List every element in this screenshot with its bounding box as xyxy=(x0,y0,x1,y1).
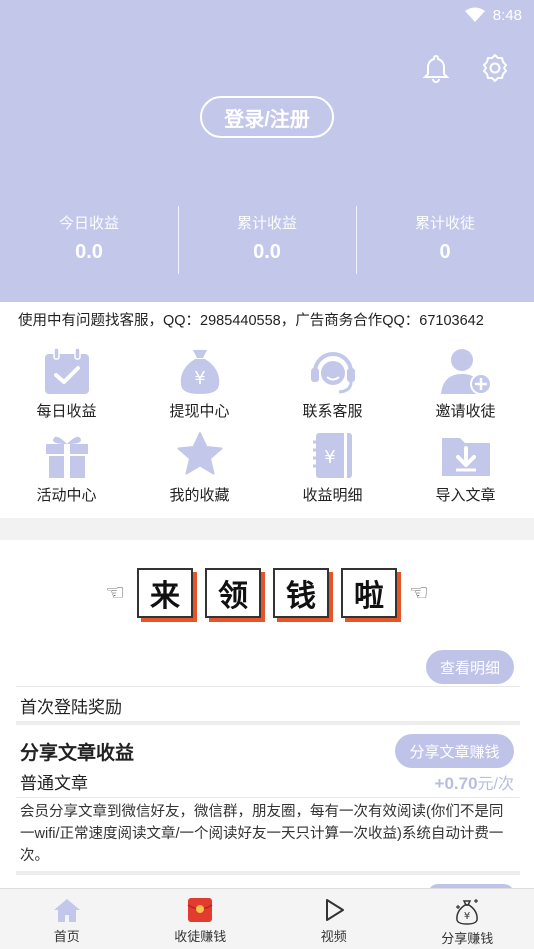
login-register-button[interactable]: 登录/注册 xyxy=(200,96,334,138)
tab-label: 收徒赚钱 xyxy=(174,929,227,944)
star-icon xyxy=(177,432,222,475)
svg-text:¥: ¥ xyxy=(324,447,335,468)
ledger-icon: ¥ xyxy=(312,433,352,478)
grid-label: 每日收益 xyxy=(36,403,97,420)
share-article-title: 分享文章收益 xyxy=(20,743,135,764)
feature-grid: 每日收益 ¥ 提现中心 联系客服 邀请收徒 活动中心 我的收藏 ¥ 收益明细 导… xyxy=(0,340,534,518)
play-icon xyxy=(325,899,344,921)
stat-value: 0 xyxy=(439,241,451,263)
stat-label: 今日收益 xyxy=(58,215,119,232)
stat-total-earnings[interactable]: 累计收益 0.0 xyxy=(178,204,356,276)
add-user-icon xyxy=(440,349,492,395)
tab-label: 视频 xyxy=(320,929,347,944)
notice-marquee: 使用中有问题找客服，QQ：2985440558，广告商务合作QQ：6710364… xyxy=(0,302,534,340)
grid-item-invite-apprentice[interactable]: 邀请收徒 xyxy=(399,346,532,421)
headset-icon xyxy=(310,352,355,394)
tab-label: 分享赚钱 xyxy=(441,931,494,946)
grid-label: 联系客服 xyxy=(302,403,363,420)
stat-total-apprentices[interactable]: 累计收徒 0 xyxy=(356,204,534,276)
money-bag-icon: ¥ xyxy=(180,350,219,394)
stat-label: 累计收徒 xyxy=(414,215,475,232)
grid-item-activity-center[interactable]: 活动中心 xyxy=(0,430,133,505)
stat-label: 累计收益 xyxy=(236,215,297,232)
stats-row: 今日收益 0.0 累计收益 0.0 累计收徒 0 xyxy=(0,204,534,276)
banner-tile: 来 xyxy=(137,567,193,618)
wifi-icon xyxy=(464,7,485,22)
tab-video[interactable]: 视频 xyxy=(267,889,401,949)
banner-tile: 啦 xyxy=(341,567,397,618)
banner-tile: 钱 xyxy=(273,567,329,618)
folder-import-icon xyxy=(441,438,490,476)
grid-label: 提现中心 xyxy=(169,403,230,420)
stat-value: 0.0 xyxy=(253,241,281,263)
grid-item-contact-support[interactable]: 联系客服 xyxy=(266,346,399,421)
share-article-earn-button[interactable]: 分享文章赚钱 xyxy=(395,734,514,768)
tab-share-earn[interactable]: ¥ 分享赚钱 xyxy=(401,889,534,949)
promo-banner[interactable]: ☜ 来 领 钱 啦 ☜ xyxy=(0,540,534,645)
svg-text:¥: ¥ xyxy=(194,368,205,389)
grid-item-earnings-detail[interactable]: ¥ 收益明细 xyxy=(266,430,399,505)
gear-icon[interactable] xyxy=(479,52,511,84)
share-article-description: 会员分享文章到微信好友，微信群，朋友圈，每有一次有效阅读(你们不是同一wifi/… xyxy=(20,804,504,864)
money-share-icon: ¥ xyxy=(456,899,479,925)
article-type: 普通文章 xyxy=(20,774,88,793)
bell-icon[interactable] xyxy=(420,52,452,84)
red-envelope-icon xyxy=(187,898,213,922)
pointing-hand-icon: ☜ xyxy=(409,579,429,605)
status-bar: 8:48 xyxy=(464,4,522,26)
pointing-hand-icon: ☜ xyxy=(105,579,125,605)
stat-today-earnings[interactable]: 今日收益 0.0 xyxy=(0,204,178,276)
article-price: +0.70元/次 xyxy=(435,770,514,794)
home-icon xyxy=(53,899,80,922)
grid-label: 收益明细 xyxy=(302,487,363,504)
tab-apprentice-earn[interactable]: 收徒赚钱 xyxy=(134,889,268,949)
price-unit: 元/次 xyxy=(477,776,514,793)
grid-item-daily-earnings[interactable]: 每日收益 xyxy=(0,346,133,421)
price-amount: +0.70 xyxy=(434,774,478,793)
grid-label: 活动中心 xyxy=(36,487,97,504)
bottom-tab-bar: 首页 收徒赚钱 视频 ¥ 分享赚钱 xyxy=(0,888,534,949)
grid-item-import-article[interactable]: 导入文章 xyxy=(399,430,532,505)
earnings-panel: ☜ 来 领 钱 啦 ☜ 查看明细 首次登陆奖励 分享文章收益 分享文章赚钱 普通… xyxy=(0,540,534,904)
view-details-button[interactable]: 查看明细 xyxy=(426,650,514,684)
svg-text:¥: ¥ xyxy=(464,911,470,922)
grid-label: 我的收藏 xyxy=(169,487,230,504)
grid-item-withdraw-center[interactable]: ¥ 提现中心 xyxy=(133,346,266,421)
profile-header: 8:48 登录/注册 今日收益 0.0 累计收益 0.0 累计收徒 0 xyxy=(0,0,534,302)
tab-label: 首页 xyxy=(53,929,80,944)
stat-value: 0.0 xyxy=(75,241,103,263)
banner-tile: 领 xyxy=(205,567,261,618)
first-login-reward-title: 首次登陆奖励 xyxy=(20,698,122,717)
status-time: 8:48 xyxy=(492,6,522,24)
grid-label: 邀请收徒 xyxy=(435,403,496,420)
grid-label: 导入文章 xyxy=(435,487,496,504)
calendar-check-icon xyxy=(44,347,89,394)
gift-icon xyxy=(45,436,88,478)
tab-home[interactable]: 首页 xyxy=(0,889,134,949)
grid-item-my-favorites[interactable]: 我的收藏 xyxy=(133,430,266,505)
